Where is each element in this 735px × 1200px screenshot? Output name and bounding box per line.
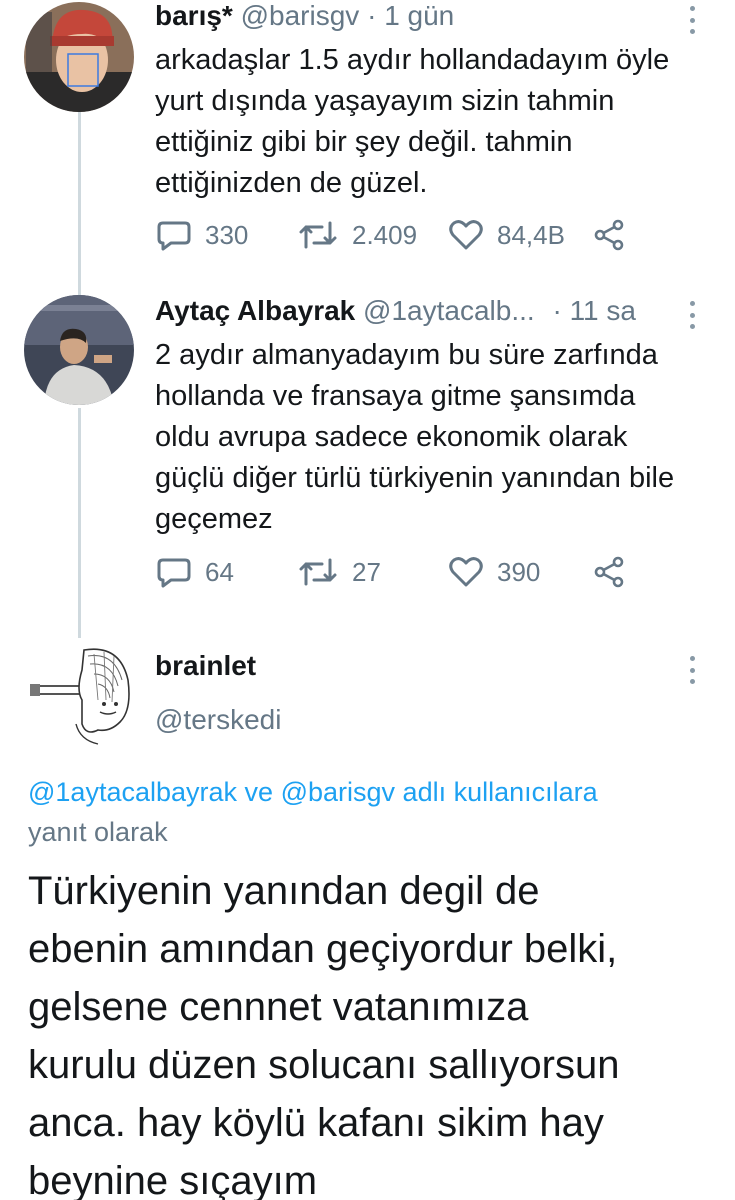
like-count: 390 [497,556,541,587]
author-handle[interactable]: @terskedi [155,704,281,735]
text-line: anca. hay köylü kafanı sikim hay [28,1101,604,1145]
author-handle[interactable]: @barisgv [241,0,360,31]
replying-to: @1aytacalbayrak ve @barisgv adlı kullanı… [28,772,718,852]
share-button[interactable] [593,215,625,255]
text-line: kurulu düzen solucanı sallıyorsun [28,1043,620,1087]
text-line: 2 aydır almanyadayım bu süre zarfında [155,339,658,371]
text-line: ebenin amından geçiyordur belki, [28,927,618,971]
tweet-actions: 64 27 390 [155,552,675,592]
retweet-count: 27 [352,556,381,587]
like-button[interactable]: 390 [449,552,540,592]
vertical-dots-icon[interactable] [689,656,695,684]
author-handle-row: @terskedi [155,704,281,736]
author-name[interactable]: Aytaç Albayrak [155,295,355,326]
tweet-time[interactable]: 11 sa [570,295,636,326]
author-name[interactable]: barış* [155,0,233,31]
speech-bubble-icon [157,221,191,251]
separator-dot: · [367,0,377,31]
reply-button[interactable]: 330 [157,215,248,255]
reply-and: ve [244,777,274,807]
tweet-text: 2 aydır almanyadayım bu süre zarfında ho… [155,335,715,540]
text-line: Türkiyenin yanından degil de [28,869,540,913]
author-name[interactable]: brainlet [155,650,256,681]
reply-count: 64 [205,556,234,587]
text-line: oldu avrupa sadece ekonomik olarak [155,421,628,453]
retweet-button[interactable]: 27 [298,552,381,592]
author-handle[interactable]: @1aytacalb... [363,295,535,326]
text-line: güçlü diğer türlü türkiyenin yanından bi… [155,462,675,494]
like-count: 84,4B [497,219,565,250]
retweet-arrows-icon [299,221,337,249]
speech-bubble-icon [157,558,191,588]
avatar[interactable] [24,640,134,750]
share-button[interactable] [593,552,625,592]
text-line: ettiğiniz gibi bir şey değil. tahmin [155,126,573,158]
reply-count: 330 [205,219,249,250]
text-line: ettiğinizden de güzel. [155,167,428,199]
text-line: hollanda ve fransaya gitme şansımda [155,380,636,412]
reply-button[interactable]: 64 [157,552,234,592]
heart-icon [449,220,483,250]
like-button[interactable]: 84,4B [449,215,565,255]
mention-link[interactable]: @barisgv [281,777,395,807]
tweet-thread-page: barış* @barisgv · 1 gün arkadaşlar 1.5 a… [0,0,735,1200]
tweet[interactable]: barış* @barisgv · 1 gün arkadaşlar 1.5 a… [0,0,735,290]
focused-tweet-text: Türkiyenin yanından degil de ebenin amın… [28,862,728,1200]
vertical-dots-icon[interactable] [689,6,695,34]
separator-dot: · [552,295,562,326]
mention-link[interactable]: @1aytacalbayrak [28,777,237,807]
reply-suffix: adlı kullanıcılara [402,777,598,807]
heart-icon [449,557,483,587]
share-icon [594,556,624,588]
avatar[interactable] [24,295,134,405]
retweet-button[interactable]: 2.409 [298,215,417,255]
share-icon [594,219,624,251]
retweet-arrows-icon [299,558,337,586]
tweet-header: barış* @barisgv · 1 gün [155,0,454,32]
avatar[interactable] [24,2,134,112]
tweet-actions: 330 2.409 84,4B [155,215,675,255]
text-line: yurt dışında yaşayayım sizin tahmin [155,85,615,117]
text-line: geçemez [155,503,273,535]
retweet-count: 2.409 [352,219,418,250]
tweet-header: Aytaç Albayrak @1aytacalb... · 11 sa [155,295,636,327]
text-line: arkadaşlar 1.5 aydır hollandadayım öyle [155,44,670,76]
tweet[interactable]: Aytaç Albayrak @1aytacalb... · 11 sa 2 a… [0,295,735,625]
reply-suffix-2: yanıt olarak [28,817,168,847]
tweet-text: arkadaşlar 1.5 aydır hollandadayım öyle … [155,40,715,204]
tweet-time[interactable]: 1 gün [384,0,454,31]
text-line: beynine sıçayım [28,1159,318,1200]
vertical-dots-icon[interactable] [689,301,695,329]
text-line: gelsene cennnet vatanımıza [28,985,529,1029]
author-name-row: brainlet [155,650,256,682]
